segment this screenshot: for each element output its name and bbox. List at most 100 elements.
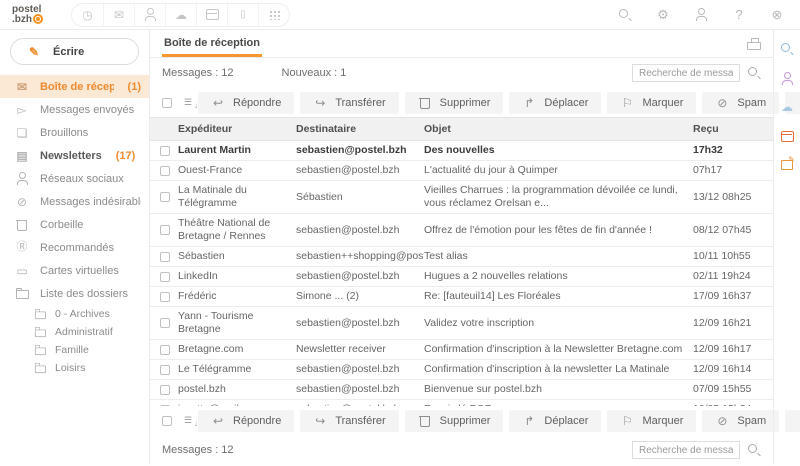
header-received[interactable]: Reçu — [693, 118, 773, 140]
move-button[interactable]: Déplacer — [509, 92, 601, 114]
trash-icon — [15, 218, 29, 232]
header-sender[interactable]: Expéditeur — [178, 118, 296, 140]
folder-item[interactable]: Famille — [0, 341, 149, 359]
sidebar-item-trash[interactable]: Corbeille — [0, 213, 149, 236]
sidebar-item-drafts[interactable]: Brouillons — [0, 121, 149, 144]
message-row[interactable]: LinkedInsebastien@postel.bzhHugues a 2 n… — [150, 267, 773, 287]
app-phone-button[interactable] — [227, 4, 258, 26]
unread-count: (1) — [128, 81, 141, 93]
header-subject[interactable]: Objet — [424, 118, 693, 140]
sidebar-item-folder[interactable]: Liste des dossiers — [0, 282, 149, 305]
folder-item[interactable]: 0 - Archives — [0, 305, 149, 323]
message-row[interactable]: Théâtre National de Bretagne / Rennesseb… — [150, 214, 773, 247]
row-checkbox[interactable] — [160, 166, 170, 176]
message-row[interactable]: Ouest-Francesebastien@postel.bzhL'actual… — [150, 161, 773, 181]
trash-icon — [418, 414, 432, 428]
forward-button[interactable]: Transférer — [300, 92, 398, 114]
folder-label: Loisirs — [55, 362, 85, 374]
reply-button[interactable]: Répondre — [198, 92, 294, 114]
search-input[interactable] — [632, 64, 740, 82]
message-row[interactable]: Yann - Tourisme Bretagnesebastien@postel… — [150, 307, 773, 340]
search-icon[interactable] — [780, 42, 794, 56]
app-contacts-button[interactable] — [134, 4, 165, 26]
row-checkbox[interactable] — [160, 345, 170, 355]
apps-icon — [268, 9, 280, 20]
move-button[interactable]: Déplacer — [509, 410, 601, 432]
compose-label: Écrire — [53, 46, 84, 58]
sidebar-item-person[interactable]: Réseaux sociaux — [0, 167, 149, 190]
sidebar-item-newsletters[interactable]: Newsletters(17) — [0, 144, 149, 167]
tabbar: Boîte de réception — [150, 30, 773, 58]
received-cell: 17/09 16h37 — [693, 287, 773, 306]
tab-inbox[interactable]: Boîte de réception — [162, 31, 262, 57]
sort-icon[interactable] — [184, 97, 198, 109]
row-checkbox[interactable] — [160, 318, 170, 328]
logo[interactable]: postel .bzh — [12, 5, 43, 24]
sidebar-item-label: Brouillons — [40, 127, 88, 139]
flag-button[interactable]: Marquer — [607, 410, 696, 432]
row-checkbox[interactable] — [160, 292, 170, 302]
message-counts: Messages : 12 Nouveaux : 1 — [150, 58, 773, 88]
forward-button[interactable]: Transférer — [300, 410, 398, 432]
header-recipient[interactable]: Destinataire — [296, 118, 424, 140]
calendar-icon — [205, 8, 219, 22]
row-checkbox[interactable] — [160, 146, 170, 156]
logout-icon[interactable] — [770, 8, 784, 22]
message-row[interactable]: Laurent Martinsebastien@postel.bzhDes no… — [150, 141, 773, 161]
spam-button[interactable]: Spam — [702, 92, 779, 114]
help-icon[interactable] — [732, 8, 746, 22]
spam-button[interactable]: Spam — [702, 410, 779, 432]
app-calendar-button[interactable] — [196, 4, 227, 26]
flag-button[interactable]: Marquer — [607, 92, 696, 114]
row-checkbox[interactable] — [160, 225, 170, 235]
print-icon[interactable] — [747, 37, 761, 51]
sidebar-item-inbox[interactable]: Boîte de réception(1) — [0, 75, 149, 98]
sort-icon[interactable] — [184, 415, 198, 427]
reply-button[interactable]: Répondre — [198, 410, 294, 432]
app-dashboard-button[interactable] — [72, 4, 103, 26]
settings-icon[interactable] — [656, 8, 670, 22]
app-apps-button[interactable] — [258, 4, 289, 26]
cloud-icon[interactable] — [780, 100, 794, 114]
reply-icon — [211, 414, 225, 428]
sidebar-item-spam[interactable]: Messages indésirables — [0, 190, 149, 213]
received-cell: 07/09 15h55 — [693, 380, 773, 399]
sidebar-item-registered[interactable]: Recommandés — [0, 236, 149, 259]
sidebar-item-card[interactable]: Cartes virtuelles — [0, 259, 149, 282]
search-input[interactable] — [632, 441, 740, 459]
message-row[interactable]: Sébastiensebastien++shopping@postel.bzhT… — [150, 247, 773, 267]
drafts-icon — [15, 126, 29, 140]
message-row[interactable]: FrédéricSimone ... (2)Re: [fauteuil14] L… — [150, 287, 773, 307]
row-checkbox[interactable] — [160, 365, 170, 375]
button-label: Marquer — [642, 97, 683, 109]
calendar-icon[interactable] — [780, 129, 794, 143]
app-cloud-button[interactable] — [165, 4, 196, 26]
row-checkbox[interactable] — [160, 252, 170, 262]
subject-cell: Vieilles Charrues : la programmation dév… — [424, 181, 693, 213]
contact-icon[interactable] — [780, 71, 794, 85]
users-icon[interactable] — [694, 8, 708, 22]
message-row[interactable]: Bretagne.comNewsletter receiverConfirmat… — [150, 340, 773, 360]
row-checkbox[interactable] — [160, 192, 170, 202]
search-icon[interactable] — [618, 8, 632, 22]
notes-icon[interactable] — [780, 158, 794, 172]
sender-cell: Le Télégramme — [178, 360, 296, 379]
sidebar-item-sent[interactable]: Messages envoyés — [0, 98, 149, 121]
received-cell: 12/09 16h14 — [693, 360, 773, 379]
search-icon[interactable] — [747, 443, 761, 457]
select-all-checkbox[interactable] — [162, 416, 172, 426]
trash-button[interactable]: Supprimer — [405, 410, 504, 432]
subject-cell: Validez votre inscription — [424, 314, 693, 333]
app-mail-button[interactable] — [103, 4, 134, 26]
compose-button[interactable]: Écrire — [10, 38, 139, 65]
message-row[interactable]: postel.bzhsebastien@postel.bzhBienvenue … — [150, 380, 773, 400]
message-row[interactable]: Le Télégrammesebastien@postel.bzhConfirm… — [150, 360, 773, 380]
folder-item[interactable]: Administratif — [0, 323, 149, 341]
select-all-checkbox[interactable] — [162, 98, 172, 108]
folder-item[interactable]: Loisirs — [0, 359, 149, 377]
trash-button[interactable]: Supprimer — [405, 92, 504, 114]
search-icon[interactable] — [747, 66, 761, 80]
row-checkbox[interactable] — [160, 272, 170, 282]
message-row[interactable]: La Matinale du TélégrammeSébastienVieill… — [150, 181, 773, 214]
row-checkbox[interactable] — [160, 385, 170, 395]
